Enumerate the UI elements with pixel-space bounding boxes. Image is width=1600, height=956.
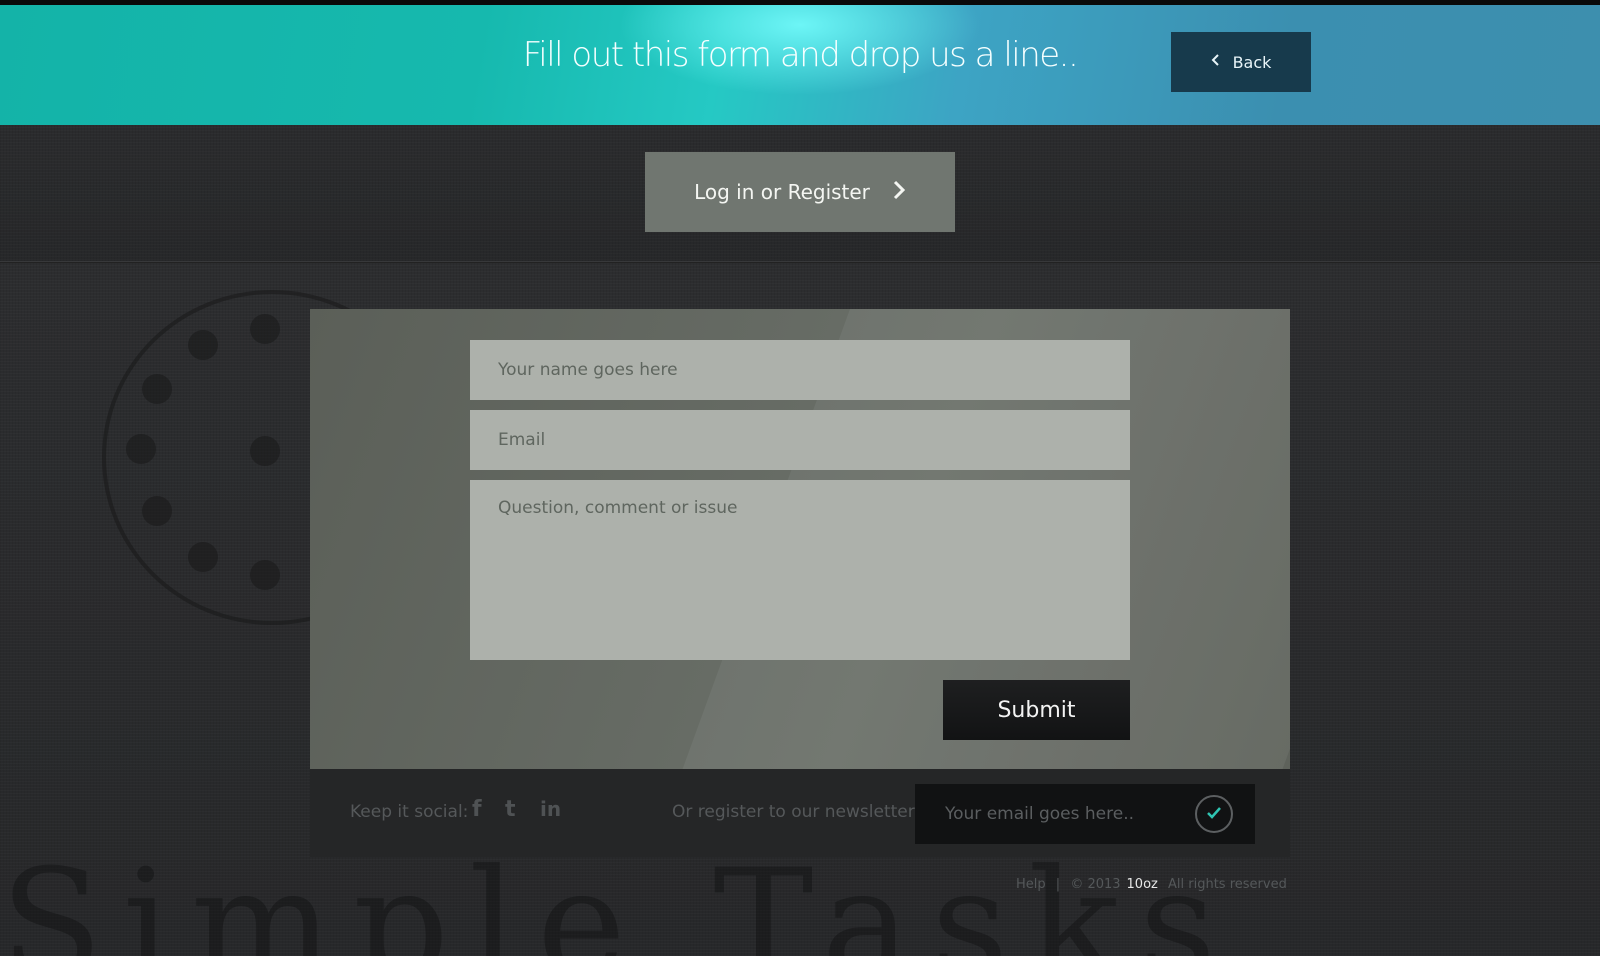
social-label: Keep it social:	[350, 802, 469, 822]
page-title: Fill out this form and drop us a line..	[522, 35, 1079, 75]
contact-form-panel: Submit	[310, 309, 1290, 769]
twitter-icon[interactable]: t	[505, 797, 516, 822]
name-input[interactable]	[470, 340, 1130, 400]
message-textarea[interactable]	[470, 480, 1130, 660]
newsletter-box	[915, 784, 1255, 844]
facebook-icon[interactable]: f	[472, 797, 482, 822]
login-register-label: Log in or Register	[694, 180, 870, 204]
back-button[interactable]: Back	[1171, 32, 1311, 92]
header-banner: Fill out this form and drop us a line.. …	[0, 5, 1600, 125]
back-button-label: Back	[1232, 52, 1272, 72]
copyright-text: © 2013	[1070, 877, 1121, 892]
help-link[interactable]: Help	[1016, 877, 1046, 892]
newsletter-label: Or register to our newsletter:	[672, 802, 921, 822]
background-script-decoration: Simple Tasks	[0, 850, 1237, 956]
email-input[interactable]	[470, 410, 1130, 470]
bottom-links: Help | © 2013 10oz All rights reserved	[1016, 877, 1293, 892]
chevron-right-icon	[892, 179, 906, 206]
rights-text: All rights reserved	[1168, 877, 1287, 892]
submit-button[interactable]: Submit	[943, 680, 1130, 740]
checkmark-icon	[1206, 805, 1222, 824]
login-register-button[interactable]: Log in or Register	[645, 152, 955, 232]
brand-name: 10oz	[1126, 877, 1158, 892]
footer-panel: Keep it social: f t in Or register to ou…	[310, 769, 1290, 857]
newsletter-submit-button[interactable]	[1195, 795, 1233, 833]
newsletter-email-input[interactable]	[915, 784, 1185, 844]
chevron-left-icon	[1211, 53, 1221, 71]
separator: |	[1055, 877, 1061, 892]
linkedin-icon[interactable]: in	[540, 797, 561, 821]
